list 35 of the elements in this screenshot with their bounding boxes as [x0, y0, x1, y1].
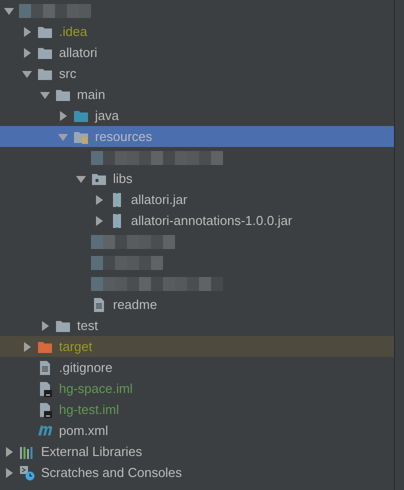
- collapsed-arrow-icon[interactable]: [93, 194, 105, 206]
- tree-item-label[interactable]: src: [57, 66, 76, 81]
- collapsed-arrow-icon[interactable]: [57, 110, 69, 122]
- tree-item-label[interactable]: Scratches and Consoles: [39, 465, 182, 480]
- collapsed-arrow-icon[interactable]: [93, 214, 105, 226]
- tree-item-label[interactable]: hg-test.iml: [57, 402, 119, 417]
- tree-item-label[interactable]: main: [75, 87, 106, 102]
- text-file-icon: [91, 296, 107, 312]
- blurred-text-drawing: [19, 4, 91, 18]
- collapsed-arrow-icon[interactable]: [3, 446, 15, 458]
- maven-icon: [38, 425, 52, 436]
- collapsed-arrow-icon[interactable]: [21, 46, 33, 58]
- tree-item-label[interactable]: libs: [111, 171, 133, 186]
- collapsed-arrow-icon[interactable]: [21, 340, 33, 352]
- tree-item-label[interactable]: java: [93, 108, 119, 123]
- excluded-tree-row[interactable]: target: [0, 336, 394, 357]
- tree-item-label[interactable]: hg-space.iml: [57, 381, 133, 396]
- module-file-icon: [37, 402, 53, 418]
- tree-item-label[interactable]: .gitignore: [57, 360, 112, 375]
- collapsed-arrow-icon[interactable]: [3, 466, 15, 478]
- tree-item-label[interactable]: test: [75, 318, 98, 333]
- collapsed-arrow-icon[interactable]: [39, 320, 51, 332]
- tree-item-label[interactable]: External Libraries: [39, 444, 142, 459]
- tree-item-label[interactable]: target: [57, 339, 92, 354]
- blurred-text-drawing: [91, 256, 163, 270]
- tree-item-label[interactable]: allatori: [57, 45, 98, 60]
- scratches-icon: [19, 464, 35, 480]
- text-file-icon: [37, 360, 53, 376]
- tree-item-label[interactable]: allatori.jar: [129, 192, 188, 207]
- tree-item-label[interactable]: readme: [111, 297, 158, 312]
- tree-item-label[interactable]: allatori-annotations-1.0.0.jar: [129, 213, 292, 228]
- collapsed-arrow-icon[interactable]: [21, 26, 33, 38]
- module-file-icon: [37, 380, 53, 396]
- tree-item-label[interactable]: .idea: [57, 24, 88, 39]
- tree-item-label[interactable]: pom.xml: [57, 423, 108, 438]
